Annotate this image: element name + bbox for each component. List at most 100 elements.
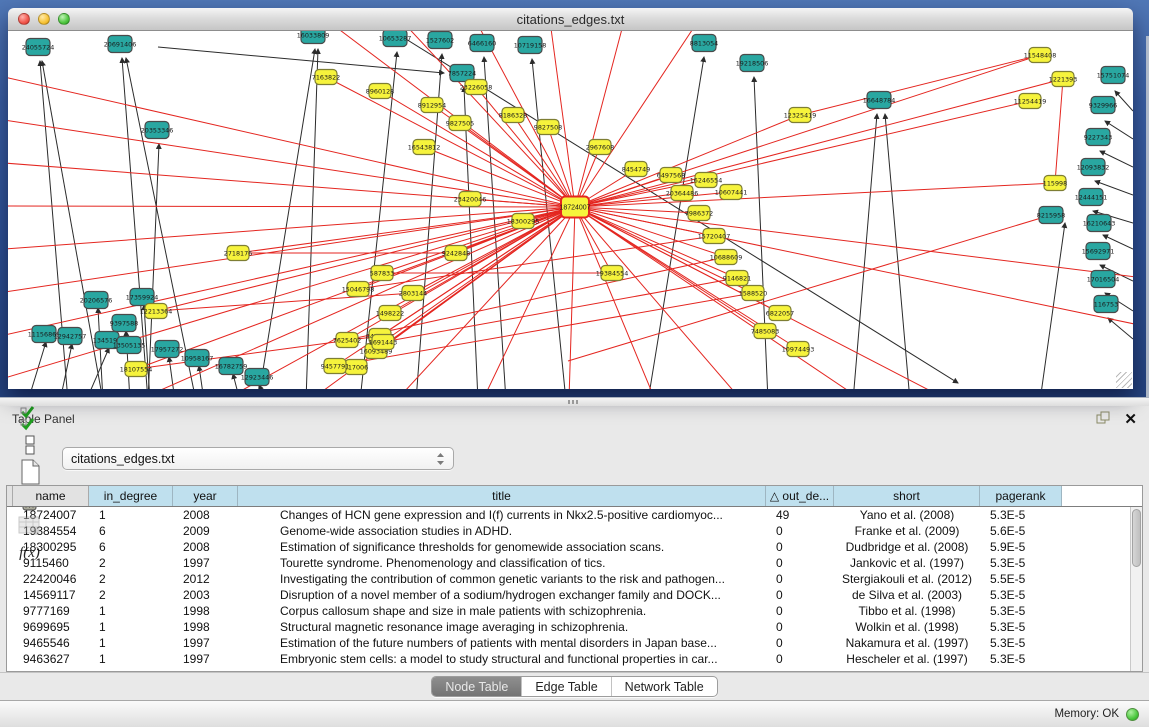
network-node-yellow[interactable]: 1221393 [1049,72,1077,87]
network-window-titlebar[interactable]: citations_edges.txt [8,8,1133,31]
network-node-yellow[interactable]: 7163822 [312,70,340,85]
float-panel-icon[interactable] [1096,411,1110,427]
network-node-yellow[interactable]: 9827508 [534,120,562,135]
network-node-yellow[interactable]: 1588520 [739,286,767,301]
network-node-teal[interactable]: 15692971 [1082,243,1115,260]
network-node-yellow[interactable]: 115998 [1043,176,1067,191]
network-node-yellow[interactable]: 8454749 [622,162,650,177]
network-node-teal[interactable]: 16210643 [1083,215,1116,232]
network-node-teal[interactable]: 16782759 [215,358,248,375]
network-node-yellow[interactable]: 9146821 [723,271,751,286]
import-table-icon[interactable] [16,513,43,540]
panel-splitter[interactable] [0,397,1149,406]
table-row[interactable]: 1938455462009Genome-wide association stu… [7,523,1130,539]
table-row[interactable]: 2242004622012Investigating the contribut… [7,571,1130,587]
table-selector-dropdown[interactable]: citations_edges.txt [62,447,454,470]
select-columns-icon[interactable] [16,405,43,432]
table-row[interactable]: 946362711997Embryonic stem cells: a mode… [7,651,1130,667]
column-header-pagerank[interactable]: pagerank [980,486,1062,506]
network-node-yellow[interactable]: 6822057 [766,306,794,321]
network-node-teal[interactable]: 13505135 [113,337,146,354]
network-node-yellow[interactable]: 587833 [370,266,394,281]
network-node-teal[interactable]: 17016504 [1087,271,1120,288]
network-node-yellow[interactable]: 10607441 [715,185,748,200]
network-node-yellow[interactable]: 12325419 [784,108,817,123]
column-header-year[interactable]: year [173,486,238,506]
zoom-window-icon[interactable] [58,13,70,25]
column-header-in-degree[interactable]: in_degree [89,486,173,506]
network-node-teal[interactable]: 20353346 [141,122,174,139]
network-node-yellow[interactable]: 7485083 [751,324,779,339]
network-node-yellow[interactable]: 9242848 [442,246,470,261]
network-node-yellow[interactable]: 2803144 [399,286,427,301]
memory-status-icon[interactable] [1126,708,1139,721]
table-row[interactable]: 977716911998Corpus callosum shape and si… [7,603,1130,619]
network-node-yellow[interactable]: 2967608 [586,140,614,155]
network-node-yellow[interactable]: 11548408 [1024,48,1057,63]
network-node-yellow[interactable]: 1691443 [369,335,397,350]
network-node-teal[interactable]: 16648784 [863,92,896,109]
network-node-teal[interactable]: 1527602 [426,32,454,49]
network-node-teal[interactable]: 20691406 [104,36,137,53]
network-node-teal[interactable]: 8813054 [690,35,718,52]
scrollbar-thumb[interactable] [1132,509,1141,567]
table-row[interactable]: 946554611997Estimation of the future num… [7,635,1130,651]
network-node-yellow[interactable]: 6497568 [657,168,685,183]
column-header-short[interactable]: short [834,486,980,506]
network-node-teal[interactable]: 10719158 [514,37,547,54]
network-node-yellow[interactable]: 15046798 [342,282,375,297]
network-node-yellow[interactable]: 1498222 [376,306,404,321]
network-node-yellow[interactable]: 16246554 [690,173,723,188]
tab-node-table[interactable]: Node Table [432,677,521,696]
column-header-title[interactable]: title [238,486,766,506]
network-node-teal[interactable]: 10653287 [379,31,412,47]
network-node-yellow[interactable]: 9457791 [321,359,349,374]
network-node-yellow[interactable]: 23420046 [454,192,487,207]
network-node-yellow[interactable]: 9827505 [446,116,474,131]
network-node-yellow[interactable]: 8960128 [366,84,394,99]
close-panel-icon[interactable]: ✕ [1124,412,1137,427]
column-header-name[interactable]: name [13,486,89,506]
network-node-yellow[interactable]: 10688609 [710,250,743,265]
network-node-teal[interactable]: 116753 [1094,296,1118,313]
network-node-teal[interactable]: 12093832 [1077,159,1110,176]
table-row[interactable]: 969969511998Structural magnetic resonanc… [7,619,1130,635]
network-node-yellow[interactable]: 11254419 [1014,94,1047,109]
network-node-teal[interactable]: 20206576 [80,292,113,309]
network-node-yellow[interactable]: 8186328 [499,108,527,123]
minimize-window-icon[interactable] [38,13,50,25]
table-row[interactable]: 911546021997Tourette syndrome. Phenomeno… [7,555,1130,571]
network-node-teal[interactable]: 8215958 [1037,207,1065,224]
network-canvas[interactable]: 24055724 20691406 16033809 10653287 1527602 6… [8,31,1133,389]
network-node-teal[interactable]: 17957272 [151,341,184,358]
resize-grip-icon[interactable] [1116,372,1132,388]
tab-network-table[interactable]: Network Table [611,677,717,696]
network-node-teal[interactable]: 24055724 [22,39,55,56]
network-node-teal[interactable]: 9227343 [1084,129,1112,146]
network-node-teal[interactable]: 9397588 [110,315,138,332]
network-node-yellow[interactable]: 7625402 [333,333,361,348]
network-node-yellow[interactable]: 10974493 [782,342,815,357]
column-header-out-de-[interactable]: △ out_de... [766,486,834,506]
network-node-yellow[interactable]: 15720407 [698,229,731,244]
network-node-yellow[interactable]: 7986372 [685,206,713,221]
table-row[interactable]: 1872400712008Changes of HCN gene express… [7,507,1130,523]
table-row[interactable]: 1456911722003Disruption of a novel membe… [7,587,1130,603]
tab-edge-table[interactable]: Edge Table [521,677,610,696]
network-node-teal[interactable]: 15751074 [1097,67,1130,84]
network-node-hub[interactable]: 18724007 [559,197,590,218]
network-node-yellow[interactable]: 2718176 [224,246,252,261]
network-node-teal[interactable]: 10958167 [181,350,214,367]
table-row[interactable]: 1830029562008Estimation of significance … [7,539,1130,555]
vertical-scrollbar[interactable] [1130,507,1142,671]
row-height-icon[interactable] [16,432,43,459]
network-node-teal[interactable]: 12942757 [54,328,87,345]
network-node-teal[interactable]: 6466160 [468,35,496,52]
network-node-yellow[interactable]: 8912954 [418,98,446,113]
new-file-icon[interactable] [16,459,43,486]
network-node-teal[interactable]: 12923446 [241,369,274,386]
network-node-teal[interactable]: 19218506 [736,55,769,72]
network-node-teal[interactable]: 16033809 [297,31,330,44]
network-node-teal[interactable]: 9329966 [1089,97,1117,114]
network-node-teal[interactable]: 12444151 [1075,189,1108,206]
